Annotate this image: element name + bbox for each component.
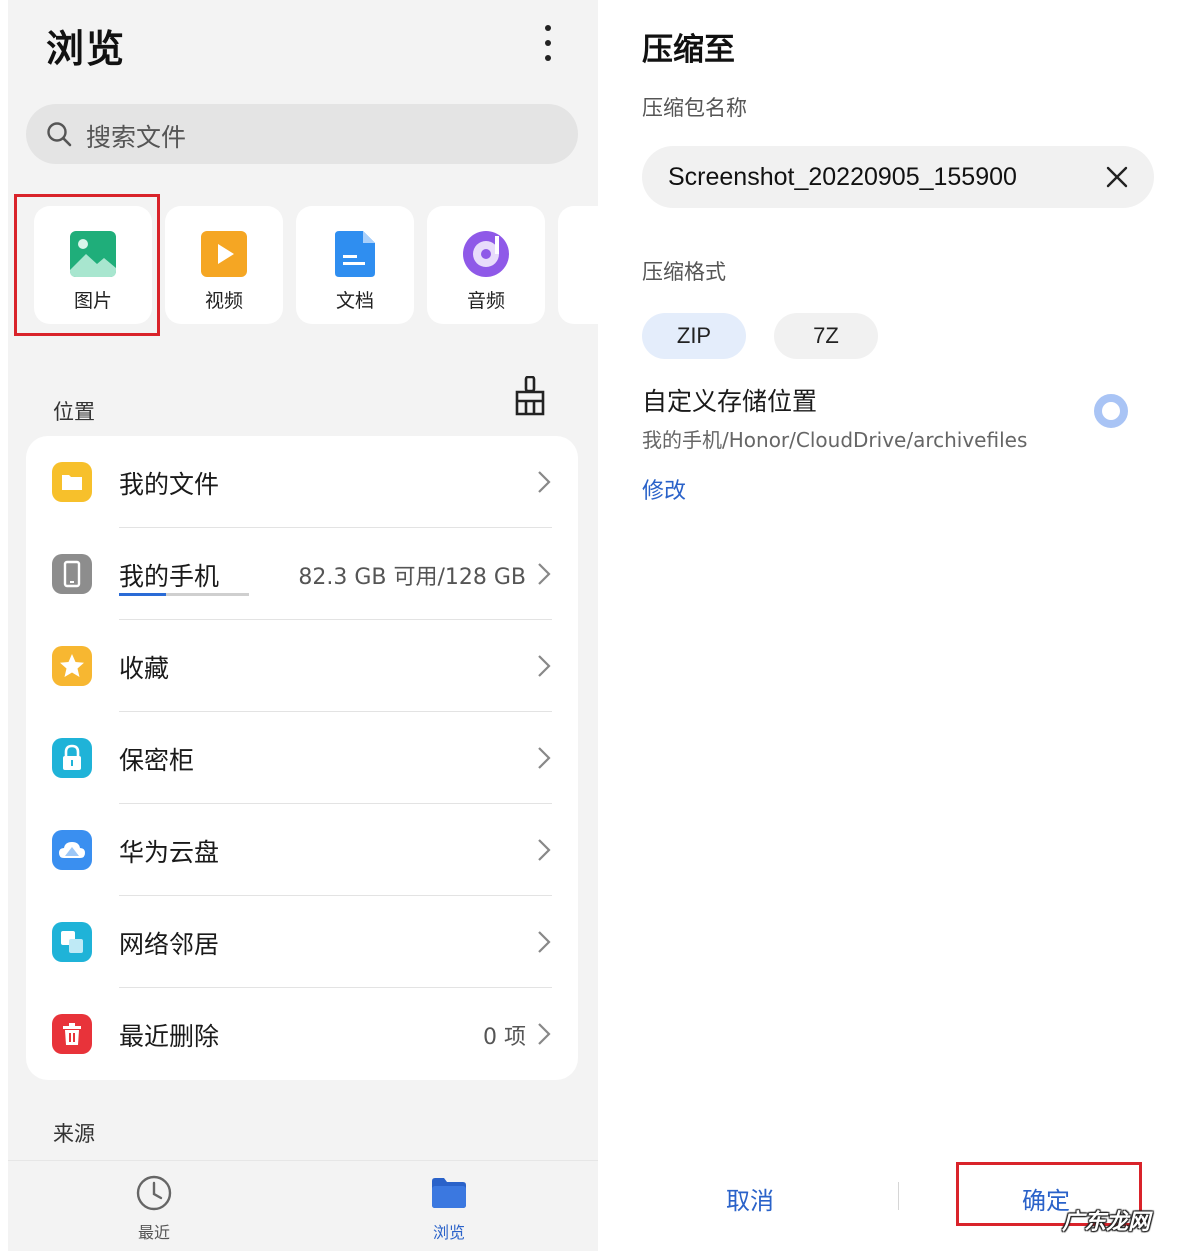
document-icon bbox=[335, 231, 375, 277]
location-label: 收藏 bbox=[119, 654, 170, 683]
folder-icon bbox=[52, 462, 92, 502]
location-favorites[interactable]: 收藏 bbox=[26, 620, 578, 712]
compress-panel: 压缩至 压缩包名称 压缩格式 ZIP 7Z 自定义存储位置 我的手机/Honor… bbox=[600, 0, 1200, 1251]
custom-location-title: 自定义存储位置 bbox=[642, 387, 818, 416]
location-label: 我的文件 bbox=[119, 470, 220, 499]
cancel-button[interactable]: 取消 bbox=[700, 1176, 800, 1220]
phone-icon bbox=[52, 554, 92, 594]
trash-icon bbox=[52, 1014, 92, 1054]
chevron-right-icon bbox=[538, 655, 551, 677]
more-vertical-icon[interactable] bbox=[536, 22, 560, 64]
location-list: 我的文件 我的手机 82.3 GB 可用/128 GB 收藏 保密柜 华为云盘 … bbox=[26, 436, 578, 1080]
bottom-navigation: 最近 浏览 bbox=[8, 1160, 598, 1251]
page-title: 浏览 bbox=[46, 27, 127, 71]
star-icon bbox=[52, 646, 92, 686]
chevron-right-icon bbox=[538, 471, 551, 493]
close-icon[interactable] bbox=[1106, 166, 1128, 188]
custom-location-path: 我的手机/Honor/CloudDrive/archivefiles bbox=[642, 428, 1028, 452]
dialog-title: 压缩至 bbox=[642, 32, 735, 68]
section-location: 位置 bbox=[53, 400, 95, 424]
deleted-count: 0 项 bbox=[483, 1025, 526, 1050]
broom-icon[interactable] bbox=[513, 376, 547, 416]
format-zip-chip[interactable]: ZIP bbox=[642, 313, 746, 359]
watermark: 广东龙网 bbox=[1062, 1210, 1151, 1235]
category-label: 音频 bbox=[466, 290, 505, 312]
cloud-icon bbox=[52, 830, 92, 870]
modify-link[interactable]: 修改 bbox=[642, 473, 686, 505]
chevron-right-icon bbox=[538, 747, 551, 769]
location-label: 华为云盘 bbox=[119, 838, 220, 867]
custom-location-radio[interactable] bbox=[1094, 394, 1128, 428]
location-safe[interactable]: 保密柜 bbox=[26, 712, 578, 804]
format-label: 压缩格式 bbox=[642, 260, 726, 284]
category-more[interactable] bbox=[558, 206, 598, 324]
nav-browse[interactable]: 浏览 bbox=[409, 1175, 489, 1245]
folder-icon bbox=[432, 1178, 466, 1208]
nav-label: 浏览 bbox=[432, 1223, 465, 1242]
location-my-phone[interactable]: 我的手机 82.3 GB 可用/128 GB bbox=[26, 528, 578, 620]
search-placeholder: 搜索文件 bbox=[86, 123, 187, 152]
location-label: 我的手机 bbox=[119, 562, 220, 591]
archive-name-field[interactable] bbox=[642, 146, 1154, 208]
location-recently-deleted[interactable]: 最近删除 0 项 bbox=[26, 988, 578, 1080]
search-bar[interactable]: 搜索文件 bbox=[26, 104, 578, 164]
lock-icon bbox=[52, 738, 92, 778]
audio-icon bbox=[463, 231, 509, 277]
location-label: 保密柜 bbox=[119, 746, 195, 775]
category-label: 文档 bbox=[335, 290, 374, 312]
nav-label: 最近 bbox=[137, 1223, 170, 1242]
section-source: 来源 bbox=[53, 1122, 95, 1146]
chevron-right-icon bbox=[538, 563, 551, 585]
format-7z-chip[interactable]: 7Z bbox=[774, 313, 878, 359]
chevron-right-icon bbox=[538, 1023, 551, 1045]
storage-progress-bar bbox=[119, 593, 249, 596]
location-label: 网络邻居 bbox=[119, 930, 220, 959]
location-label: 最近删除 bbox=[119, 1022, 220, 1051]
search-icon bbox=[47, 122, 72, 147]
video-icon bbox=[201, 231, 247, 277]
chevron-right-icon bbox=[538, 839, 551, 861]
network-icon bbox=[52, 922, 92, 962]
archive-name-label: 压缩包名称 bbox=[642, 96, 747, 120]
nav-recent[interactable]: 最近 bbox=[114, 1175, 194, 1245]
archive-name-input[interactable] bbox=[668, 158, 1098, 196]
highlight-box bbox=[14, 194, 160, 336]
clock-icon bbox=[136, 1175, 172, 1211]
category-label: 视频 bbox=[204, 290, 243, 312]
button-divider bbox=[898, 1182, 899, 1210]
chevron-right-icon bbox=[538, 931, 551, 953]
browse-panel: 浏览 搜索文件 图片 视频 文档 音频 位置 我的文件 我的手机 82.3 GB… bbox=[8, 0, 598, 1251]
category-audio[interactable]: 音频 bbox=[427, 206, 545, 324]
location-huawei-cloud[interactable]: 华为云盘 bbox=[26, 804, 578, 896]
location-network[interactable]: 网络邻居 bbox=[26, 896, 578, 988]
location-my-files[interactable]: 我的文件 bbox=[26, 436, 578, 528]
category-videos[interactable]: 视频 bbox=[165, 206, 283, 324]
category-documents[interactable]: 文档 bbox=[296, 206, 414, 324]
storage-value: 82.3 GB 可用/128 GB bbox=[298, 565, 526, 590]
